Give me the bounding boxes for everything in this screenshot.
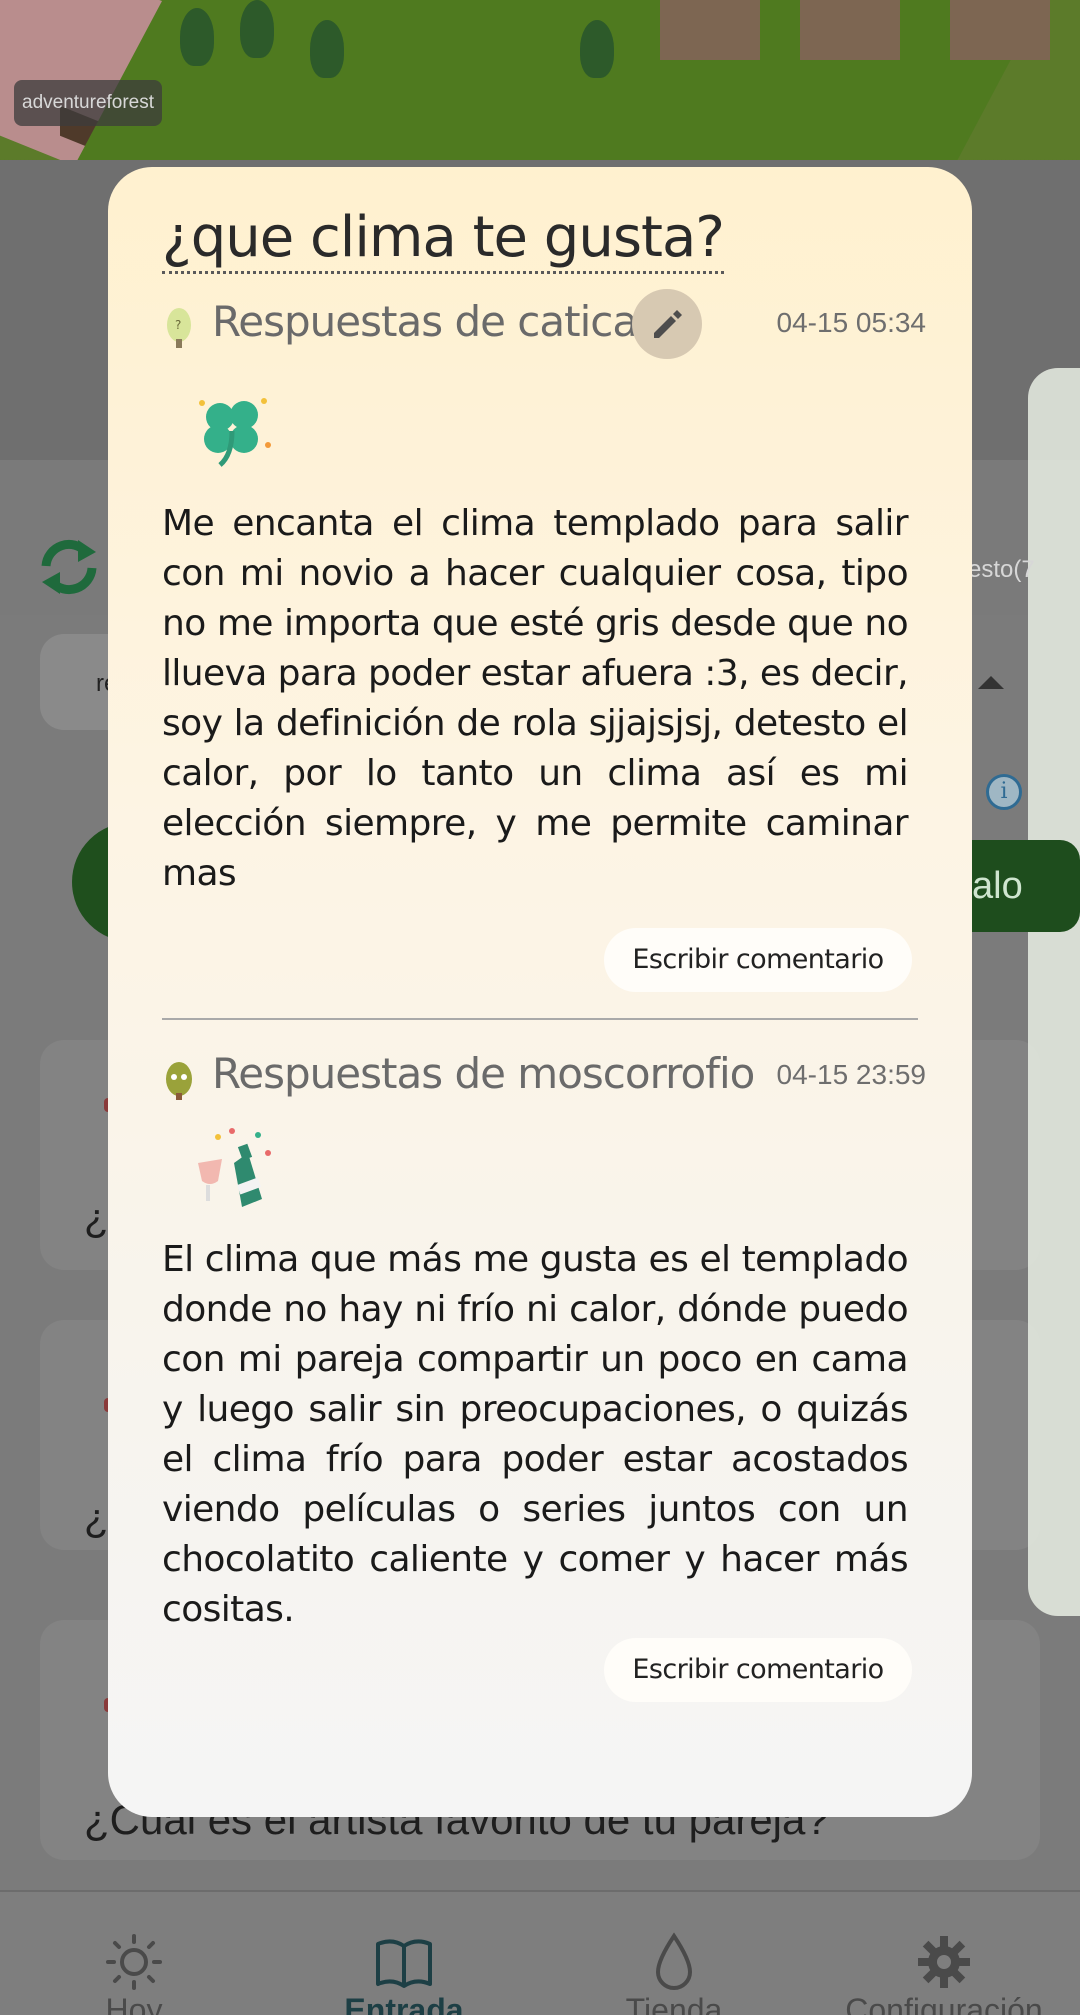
answer-author: Respuestas de moscorrofio (212, 1049, 755, 1098)
nav-label: Tienda (625, 1992, 723, 2015)
scene-tree (580, 20, 614, 78)
answer-divider (162, 1018, 918, 1020)
scene-box (950, 0, 1050, 60)
answer-header: ? Respuestas de catica 04-15 05:34 (162, 289, 926, 359)
write-comment-button[interactable]: Escribir comentario (604, 928, 912, 992)
scene-box (800, 0, 900, 60)
answer-text: Me encanta el clima templado para salir … (162, 503, 909, 894)
nav-item-hoy[interactable]: Hoy (34, 1892, 234, 2015)
adjacent-tag: esto(7 (968, 556, 1035, 583)
clover-sticker-icon (199, 398, 271, 467)
place-tag[interactable]: adventureforest (14, 80, 163, 126)
drop-icon (655, 1932, 693, 1990)
answers-modal: ¿que clima te gusta? ? Respuestas de cat… (108, 167, 972, 1817)
pencil-icon (654, 310, 682, 338)
answer-time: 04-15 05:34 (776, 307, 926, 338)
nav-label: Hoy (105, 1992, 163, 2015)
bottom-nav: Hoy Entrada Tienda Configuración (0, 1890, 1080, 2015)
write-comment-button[interactable]: Escribir comentario (604, 1638, 912, 1702)
nav-item-entrada[interactable]: Entrada (304, 1892, 504, 2015)
entry-question: ¿ (84, 1196, 109, 1240)
answer-author: Respuestas de catica (212, 297, 638, 346)
edit-button[interactable] (632, 289, 702, 359)
info-icon[interactable]: i (986, 774, 1022, 810)
entry-question: ¿ (84, 1496, 109, 1540)
adjacent-card[interactable] (1028, 368, 1080, 1616)
nav-label: Entrada (344, 1992, 464, 2015)
book-icon (376, 1939, 432, 1988)
scene-box (660, 0, 760, 60)
nav-label: Configuración (845, 1992, 1043, 2015)
refresh-icon[interactable] (34, 532, 104, 602)
scene-tree (180, 8, 214, 66)
nav-item-tienda[interactable]: Tienda (574, 1892, 774, 2015)
scene-tree (310, 20, 344, 78)
nav-item-configuracion[interactable]: Configuración (844, 1892, 1044, 2015)
caret-up-icon[interactable] (978, 676, 1004, 689)
sun-icon (106, 1934, 162, 1990)
modal-title: ¿que clima te gusta? (162, 205, 725, 274)
answer-header: Respuestas de moscorrofio 04-15 23:59 (162, 1041, 926, 1111)
champagne-sticker-icon (198, 1128, 271, 1207)
gear-icon (918, 1936, 970, 1988)
svg-text:?: ? (175, 318, 181, 332)
answer-text: El clima que más me gusta es el templado… (162, 1239, 909, 1630)
answer-time: 04-15 23:59 (776, 1059, 926, 1090)
avatar-icon: ? (167, 308, 191, 348)
avatar-icon (166, 1062, 192, 1100)
scene-tree (240, 0, 274, 58)
